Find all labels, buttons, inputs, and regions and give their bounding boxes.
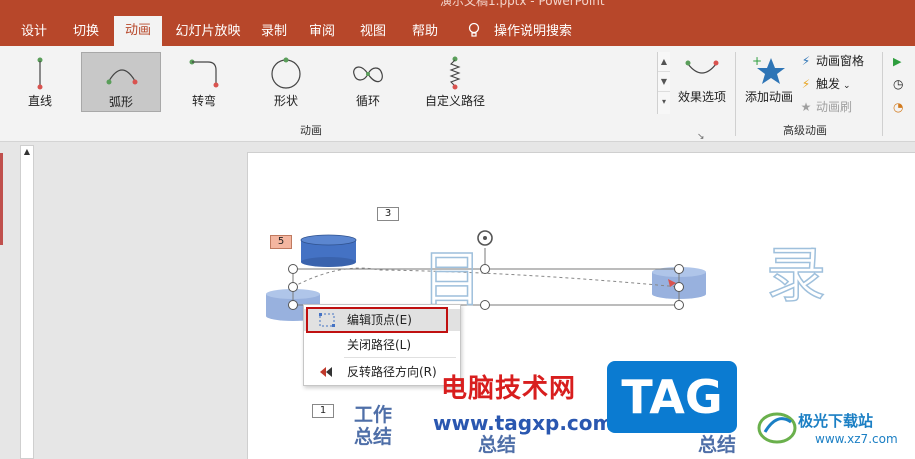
slide-text[interactable]: 总结 [698,436,736,455]
menu-separator [344,357,456,358]
path-selection-box [292,268,680,306]
watermark-site-url: www.xz7.com [815,432,898,446]
rotate-handle-icon[interactable] [477,230,493,246]
outline-char-lu[interactable]: 录 [765,245,827,307]
watermark-site-cn: 极光下载站 [798,412,874,430]
watermark-tag-logo: TAG [607,361,737,433]
slide-text[interactable]: 工作 [354,406,392,425]
slide-text[interactable]: 总结 [354,428,392,447]
outline-char-mu[interactable]: 目 [421,249,483,311]
menu-item-label: 反转路径方向(R) [347,365,437,379]
highlight-box [306,307,448,333]
watermark-url: www.tagxp.com [433,411,614,435]
slide-text[interactable]: 总结 [478,436,516,455]
menu-item-label: 关闭路径(L) [347,338,412,352]
menu-item-close-path[interactable]: 关闭路径(L) [304,334,460,356]
reverse-path-icon [320,367,332,377]
menu-item-reverse-path[interactable]: 反转路径方向(R) [304,361,460,383]
site-logo-icon [757,412,797,444]
cylinder-shape[interactable] [300,234,357,267]
powerpoint-window: { "window": {"title": "演示文稿1.pptx - Powe… [0,0,915,459]
resize-handles[interactable] [288,264,684,310]
watermark-cn: 电脑技术网 [441,374,577,404]
